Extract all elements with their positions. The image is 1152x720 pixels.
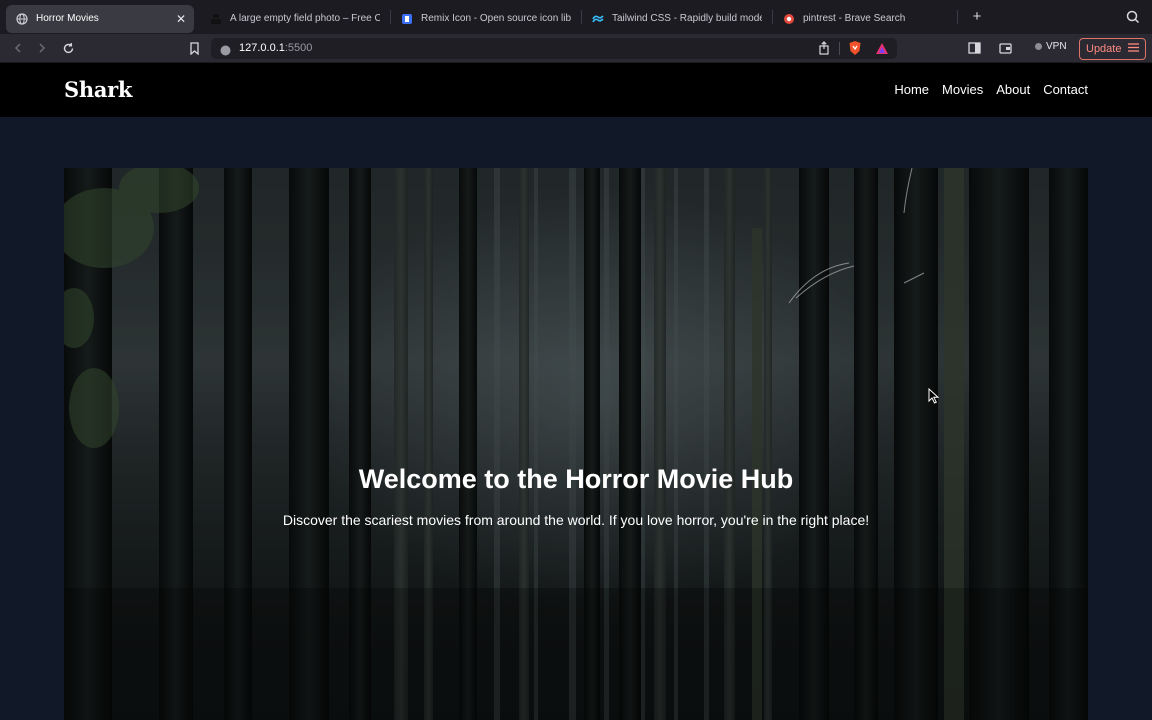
tab-title: A large empty field photo – Free C bbox=[230, 13, 380, 24]
tab-horror-movies[interactable]: Horror Movies ✕ bbox=[6, 4, 194, 33]
tab-remix-icon[interactable]: Remix Icon - Open source icon lib bbox=[391, 5, 581, 33]
update-label: Update bbox=[1086, 43, 1122, 55]
url-host: 127.0.0.1 bbox=[239, 42, 285, 54]
url-text: 127.0.0.1:5500 bbox=[239, 42, 312, 54]
wallet-icon[interactable] bbox=[997, 40, 1013, 56]
vpn-label: VPN bbox=[1046, 41, 1067, 52]
hero-title: Welcome to the Horror Movie Hub bbox=[358, 464, 794, 494]
bookmark-icon[interactable] bbox=[186, 40, 202, 56]
mouse-cursor-icon bbox=[928, 387, 940, 404]
nav-link-movies[interactable]: Movies bbox=[942, 82, 983, 97]
site-logo[interactable]: Shark bbox=[64, 77, 132, 102]
nav-link-contact[interactable]: Contact bbox=[1043, 82, 1088, 97]
tab-tailwind[interactable]: Tailwind CSS - Rapidly build mode bbox=[582, 5, 772, 33]
close-tab-icon[interactable]: ✕ bbox=[176, 12, 186, 26]
tab-divider bbox=[957, 10, 958, 24]
address-bar[interactable]: 127.0.0.1:5500 bbox=[211, 38, 897, 59]
nav-link-home[interactable]: Home bbox=[894, 82, 929, 97]
remix-icon bbox=[401, 13, 413, 25]
tab-search-icon[interactable] bbox=[1125, 9, 1141, 25]
globe-icon bbox=[16, 12, 28, 25]
tailwind-icon bbox=[592, 13, 604, 25]
tab-title: pintrest - Brave Search bbox=[803, 13, 906, 24]
back-icon[interactable] bbox=[10, 40, 26, 56]
nav-links: Home Movies About Contact bbox=[894, 82, 1088, 97]
reload-icon[interactable] bbox=[60, 40, 76, 56]
tab-title: Tailwind CSS - Rapidly build mode bbox=[612, 13, 762, 24]
unsplash-icon bbox=[210, 13, 222, 25]
url-port: :5500 bbox=[284, 42, 313, 54]
forward-icon[interactable] bbox=[34, 40, 50, 56]
vpn-button[interactable]: VPN bbox=[1035, 41, 1067, 52]
hero-overlay bbox=[64, 168, 1088, 720]
site-navbar: Shark Home Movies About Contact bbox=[0, 63, 1152, 117]
urlbar-divider bbox=[839, 42, 840, 55]
sidebar-toggle-icon[interactable] bbox=[966, 40, 982, 56]
nav-link-about[interactable]: About bbox=[996, 82, 1030, 97]
browser-toolbar: 127.0.0.1:5500 VPN Update bbox=[0, 34, 1152, 63]
hero-subtitle: Discover the scariest movies from around… bbox=[282, 512, 870, 528]
share-icon[interactable] bbox=[818, 41, 830, 60]
new-tab-button[interactable]: + bbox=[968, 8, 986, 26]
tab-brave-search[interactable]: pintrest - Brave Search bbox=[773, 5, 953, 33]
update-button[interactable]: Update bbox=[1079, 38, 1146, 60]
vpn-status-icon bbox=[1035, 43, 1042, 50]
brave-rewards-icon[interactable] bbox=[875, 42, 889, 60]
tab-empty-field-photo[interactable]: A large empty field photo – Free C bbox=[200, 5, 390, 33]
site-info-icon[interactable] bbox=[220, 43, 231, 61]
hero-section: Welcome to the Horror Movie Hub Discover… bbox=[64, 168, 1088, 720]
tab-title: Horror Movies bbox=[36, 13, 99, 24]
brave-shields-icon[interactable] bbox=[848, 40, 862, 61]
browser-tabstrip: Horror Movies ✕ A large empty field phot… bbox=[0, 0, 1152, 34]
menu-icon bbox=[1128, 43, 1139, 55]
brave-search-icon bbox=[783, 13, 795, 25]
tab-title: Remix Icon - Open source icon lib bbox=[421, 13, 571, 24]
